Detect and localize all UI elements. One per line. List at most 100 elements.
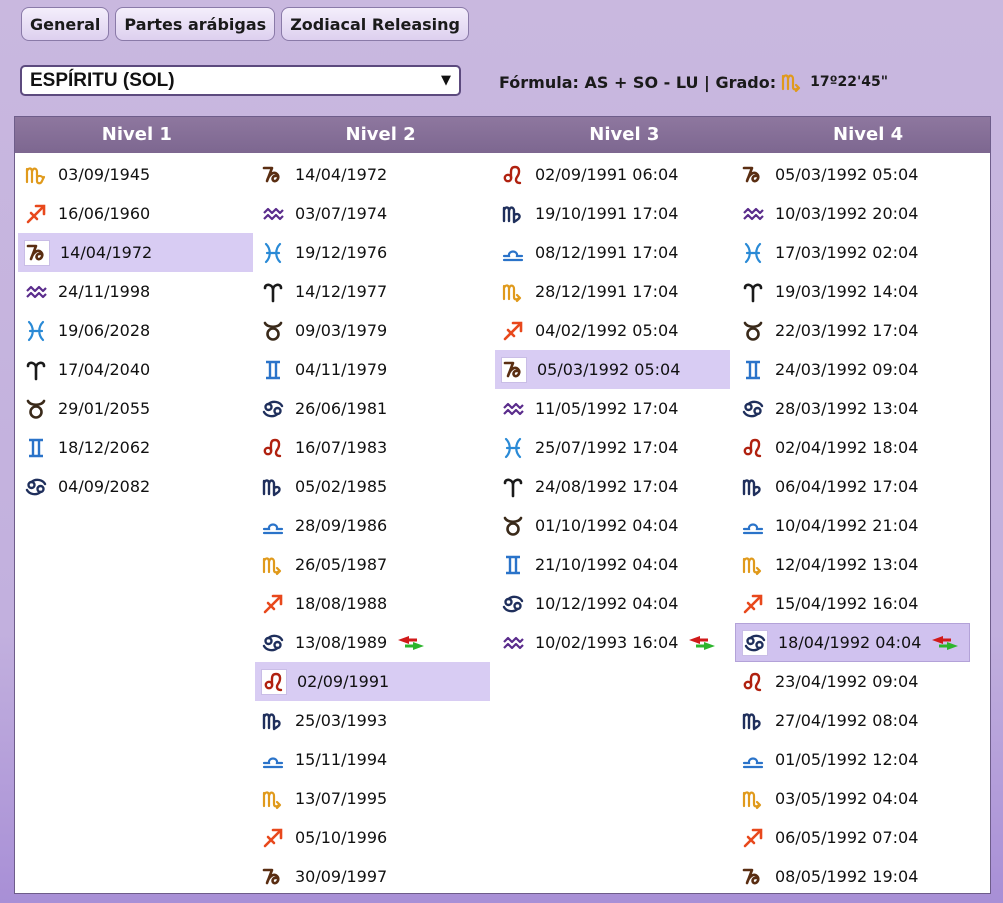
period-row[interactable]: 25/07/1992 17:04 xyxy=(495,428,730,467)
gemini-icon xyxy=(261,358,285,382)
period-row[interactable]: 23/04/1992 09:04 xyxy=(735,662,970,701)
period-row-selected[interactable]: 02/09/1991 xyxy=(255,662,490,701)
period-row[interactable]: 24/11/1998 xyxy=(18,272,253,311)
period-row[interactable]: 28/03/1992 13:04 xyxy=(735,389,970,428)
period-row[interactable]: 27/04/1992 08:04 xyxy=(735,701,970,740)
period-row[interactable]: 13/07/1995 xyxy=(255,779,490,818)
period-date: 05/03/1992 05:04 xyxy=(537,360,681,379)
period-row[interactable]: 05/02/1985 xyxy=(255,467,490,506)
aries-icon xyxy=(24,358,48,382)
period-row[interactable]: 18/08/1988 xyxy=(255,584,490,623)
column-nivel-1: 03/09/1945 16/06/1960 14/04/1972 24/11/1998… xyxy=(18,155,253,506)
period-row[interactable]: 19/06/2028 xyxy=(18,311,253,350)
period-date: 26/05/1987 xyxy=(295,555,388,574)
period-row[interactable]: 08/05/1992 19:04 xyxy=(735,857,970,893)
tab-partes-arabigas[interactable]: Partes arábigas xyxy=(115,7,276,41)
period-row[interactable]: 13/08/1989 xyxy=(255,623,490,662)
period-row[interactable]: 26/06/1981 xyxy=(255,389,490,428)
capricorn-icon xyxy=(24,239,50,266)
cancer-icon xyxy=(741,397,765,421)
period-row[interactable]: 17/03/1992 02:04 xyxy=(735,233,970,272)
scorpio-icon xyxy=(741,787,765,811)
period-row[interactable]: 10/12/1992 04:04 xyxy=(495,584,730,623)
period-row[interactable]: 02/04/1992 18:04 xyxy=(735,428,970,467)
period-row[interactable]: 24/03/1992 09:04 xyxy=(735,350,970,389)
period-row[interactable]: 18/12/2062 xyxy=(18,428,253,467)
period-row[interactable]: 05/10/1996 xyxy=(255,818,490,857)
period-row[interactable]: 15/04/1992 16:04 xyxy=(735,584,970,623)
formula-degree: 17º22'45" xyxy=(810,74,889,90)
period-date: 03/05/1992 04:04 xyxy=(775,789,919,808)
period-row[interactable]: 12/04/1992 13:04 xyxy=(735,545,970,584)
period-date: 08/12/1991 17:04 xyxy=(535,243,679,262)
period-row[interactable]: 01/05/1992 12:04 xyxy=(735,740,970,779)
capricorn-icon xyxy=(741,163,765,187)
period-row[interactable]: 26/05/1987 xyxy=(255,545,490,584)
period-row[interactable]: 11/05/1992 17:04 xyxy=(495,389,730,428)
taurus-icon xyxy=(24,397,48,421)
swap-arrows-icon xyxy=(395,634,427,652)
period-date: 06/05/1992 07:04 xyxy=(775,828,919,847)
period-row[interactable]: 06/05/1992 07:04 xyxy=(735,818,970,857)
virgo-icon xyxy=(261,709,285,733)
period-row[interactable]: 19/03/1992 14:04 xyxy=(735,272,970,311)
period-row[interactable]: 01/10/1992 04:04 xyxy=(495,506,730,545)
period-row[interactable]: 04/11/1979 xyxy=(255,350,490,389)
period-row[interactable]: 30/09/1997 xyxy=(255,857,490,893)
period-date: 24/11/1998 xyxy=(58,282,151,301)
period-date: 04/11/1979 xyxy=(295,360,388,379)
gemini-icon xyxy=(24,436,48,460)
period-row[interactable]: 24/08/1992 17:04 xyxy=(495,467,730,506)
period-row[interactable]: 28/09/1986 xyxy=(255,506,490,545)
period-row[interactable]: 14/04/1972 xyxy=(255,155,490,194)
formula-label: Fórmula: AS + SO - LU | Grado: xyxy=(499,72,777,92)
leo-icon xyxy=(741,670,765,694)
column-nivel-4: 05/03/1992 05:04 10/03/1992 20:04 17/03/19… xyxy=(735,155,970,893)
period-row[interactable]: 25/03/1993 xyxy=(255,701,490,740)
period-date: 10/02/1993 16:04 xyxy=(535,633,679,652)
period-row[interactable]: 03/07/1974 xyxy=(255,194,490,233)
tab-zodiacal-releasing[interactable]: Zodiacal Releasing xyxy=(281,7,470,41)
period-row[interactable]: 16/06/1960 xyxy=(18,194,253,233)
period-row[interactable]: 02/09/1991 06:04 xyxy=(495,155,730,194)
swap-arrows-icon xyxy=(929,634,961,652)
aquarius-icon xyxy=(501,631,525,655)
period-row[interactable]: 29/01/2055 xyxy=(18,389,253,428)
period-row[interactable]: 04/09/2082 xyxy=(18,467,253,506)
period-row[interactable]: 03/09/1945 xyxy=(18,155,253,194)
libra-icon xyxy=(741,514,765,538)
period-row[interactable]: 22/03/1992 17:04 xyxy=(735,311,970,350)
period-row[interactable]: 09/03/1979 xyxy=(255,311,490,350)
period-row[interactable]: 17/04/2040 xyxy=(18,350,253,389)
period-row-selected[interactable]: 05/03/1992 05:04 xyxy=(495,350,730,389)
period-row[interactable]: 08/12/1991 17:04 xyxy=(495,233,730,272)
period-row[interactable]: 21/10/1992 04:04 xyxy=(495,545,730,584)
lot-select[interactable]: ESPÍRITU (SOL) ▼ xyxy=(20,65,461,96)
libra-icon xyxy=(501,241,525,265)
period-row[interactable]: 19/12/1976 xyxy=(255,233,490,272)
period-date: 04/09/2082 xyxy=(58,477,151,496)
virgo-icon xyxy=(261,475,285,499)
period-row[interactable]: 05/03/1992 05:04 xyxy=(735,155,970,194)
aquarius-icon xyxy=(24,280,48,304)
aries-icon xyxy=(501,475,525,499)
period-row[interactable]: 14/12/1977 xyxy=(255,272,490,311)
period-date: 15/11/1994 xyxy=(295,750,388,769)
period-row[interactable]: 04/02/1992 05:04 xyxy=(495,311,730,350)
period-row[interactable]: 28/12/1991 17:04 xyxy=(495,272,730,311)
period-row[interactable]: 10/02/1993 16:04 xyxy=(495,623,730,662)
tab-general[interactable]: General xyxy=(21,7,110,41)
period-date: 19/10/1991 17:04 xyxy=(535,204,679,223)
period-row[interactable]: 16/07/1983 xyxy=(255,428,490,467)
period-row[interactable]: 06/04/1992 17:04 xyxy=(735,467,970,506)
period-row[interactable]: 10/04/1992 21:04 xyxy=(735,506,970,545)
period-row-selected[interactable]: 18/04/1992 04:04 xyxy=(735,623,970,662)
period-row[interactable]: 19/10/1991 17:04 xyxy=(495,194,730,233)
period-row-selected[interactable]: 14/04/1972 xyxy=(18,233,253,272)
period-row[interactable]: 10/03/1992 20:04 xyxy=(735,194,970,233)
period-date: 13/08/1989 xyxy=(295,633,388,652)
gemini-icon xyxy=(741,358,765,382)
period-row[interactable]: 15/11/1994 xyxy=(255,740,490,779)
period-date: 04/02/1992 05:04 xyxy=(535,321,679,340)
period-row[interactable]: 03/05/1992 04:04 xyxy=(735,779,970,818)
